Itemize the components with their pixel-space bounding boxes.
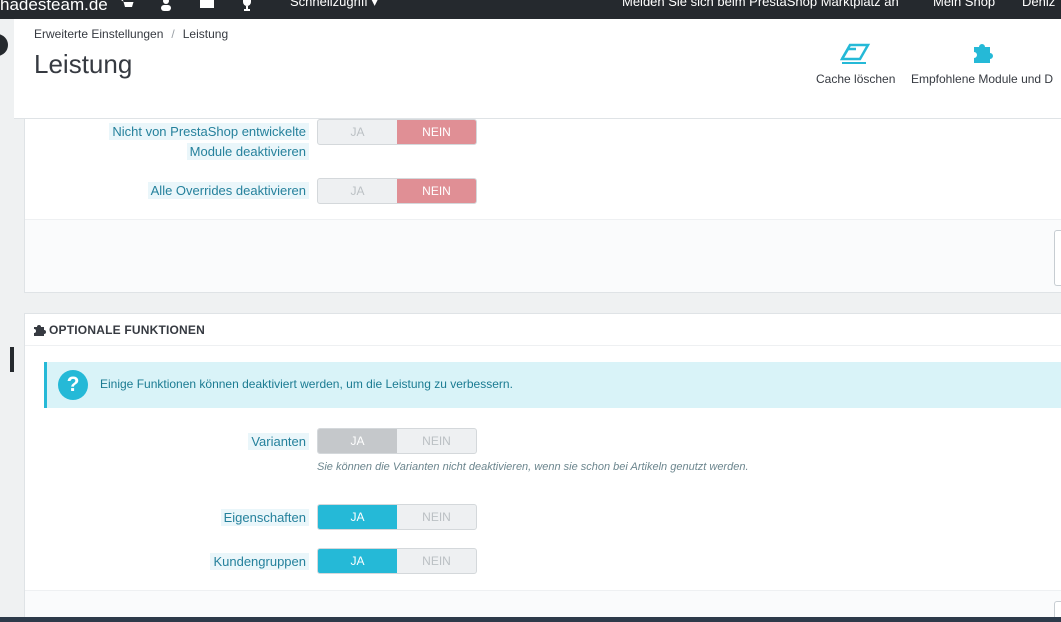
customer-groups-label: Kundengruppen xyxy=(85,552,309,572)
switch-option-no[interactable]: NEIN xyxy=(397,505,476,529)
marketplace-login-link[interactable]: Melden Sie sich beim PrestaShop Marktpla… xyxy=(622,0,899,9)
switch-option-yes[interactable]: JA xyxy=(318,549,397,573)
breadcrumb: Erweiterte Einstellungen / Leistung xyxy=(34,27,228,41)
puzzle-icon xyxy=(974,44,994,63)
panel-heading: OPTIONALE FUNKTIONEN xyxy=(25,314,1061,346)
recommended-modules-button[interactable]: Empfohlene Module und D xyxy=(911,41,1053,86)
switch-option-yes[interactable]: JA xyxy=(318,505,397,529)
switch-option-yes[interactable]: JA xyxy=(318,120,397,144)
disable-overrides-label: Alle Overrides deaktivieren xyxy=(85,181,309,201)
features-switch[interactable]: JA NEIN xyxy=(317,504,477,530)
top-navbar: hadesteam.de Schnellzugriff ▾ Melden Sie… xyxy=(0,0,1061,19)
debug-mode-panel: Nicht von PrestaShop entwickelte Module … xyxy=(24,119,1061,293)
recommended-modules-label: Empfohlene Module und D xyxy=(911,72,1054,86)
quick-access-menu[interactable]: Schnellzugriff ▾ xyxy=(290,0,378,10)
combinations-help-text: Sie können die Varianten nicht deaktivie… xyxy=(317,461,749,473)
customer-groups-switch[interactable]: JA NEIN xyxy=(317,548,477,574)
page-header: Erweiterte Einstellungen / Leistung Leistu… xyxy=(14,19,1061,119)
sidebar xyxy=(0,19,14,622)
combinations-switch[interactable]: JA NEIN xyxy=(317,428,477,454)
os-taskbar xyxy=(0,617,1061,622)
sidebar-toggle[interactable] xyxy=(0,34,8,56)
disable-overrides-switch[interactable]: JA NEIN xyxy=(317,178,477,204)
trophy-icon[interactable] xyxy=(240,0,254,11)
save-button[interactable] xyxy=(1054,230,1061,286)
info-alert: ? Einige Funktionen können deaktiviert w… xyxy=(44,362,1061,408)
puzzle-icon xyxy=(34,325,46,336)
eraser-icon xyxy=(839,43,870,64)
switch-option-no[interactable]: NEIN xyxy=(397,179,476,203)
clear-cache-label: Cache löschen xyxy=(816,72,896,86)
switch-option-no[interactable]: NEIN xyxy=(397,120,476,144)
customer-icon[interactable] xyxy=(159,0,173,11)
user-menu[interactable]: Deniz xyxy=(1022,0,1055,9)
alert-message: Einige Funktionen können deaktiviert wer… xyxy=(100,377,513,391)
features-label: Eigenschaften xyxy=(85,508,309,528)
breadcrumb-separator: / xyxy=(171,27,175,41)
my-shop-link[interactable]: Mein Shop xyxy=(933,0,995,9)
clear-cache-button[interactable]: Cache löschen xyxy=(816,41,895,86)
breadcrumb-item-current: Leistung xyxy=(182,27,229,41)
switch-option-yes[interactable]: JA xyxy=(318,179,397,203)
panel-footer xyxy=(25,219,1061,292)
page-title: Leistung xyxy=(34,49,133,79)
non-prestashop-modules-switch[interactable]: JA NEIN xyxy=(317,119,477,145)
switch-option-no[interactable]: NEIN xyxy=(397,429,476,453)
question-icon: ? xyxy=(58,370,88,400)
cart-icon[interactable] xyxy=(120,0,134,11)
envelope-icon[interactable] xyxy=(200,0,214,11)
breadcrumb-item-parent[interactable]: Erweiterte Einstellungen xyxy=(34,27,163,41)
optional-features-panel: OPTIONALE FUNKTIONEN ? Einige Funktionen… xyxy=(24,313,1061,622)
non-prestashop-modules-label: Nicht von PrestaShop entwickelte Module … xyxy=(85,122,309,162)
switch-option-yes[interactable]: JA xyxy=(318,429,397,453)
shop-brand[interactable]: hadesteam.de xyxy=(0,0,108,15)
sidebar-active-marker xyxy=(10,347,14,372)
combinations-label: Varianten xyxy=(85,432,309,452)
switch-option-no[interactable]: NEIN xyxy=(397,549,476,573)
